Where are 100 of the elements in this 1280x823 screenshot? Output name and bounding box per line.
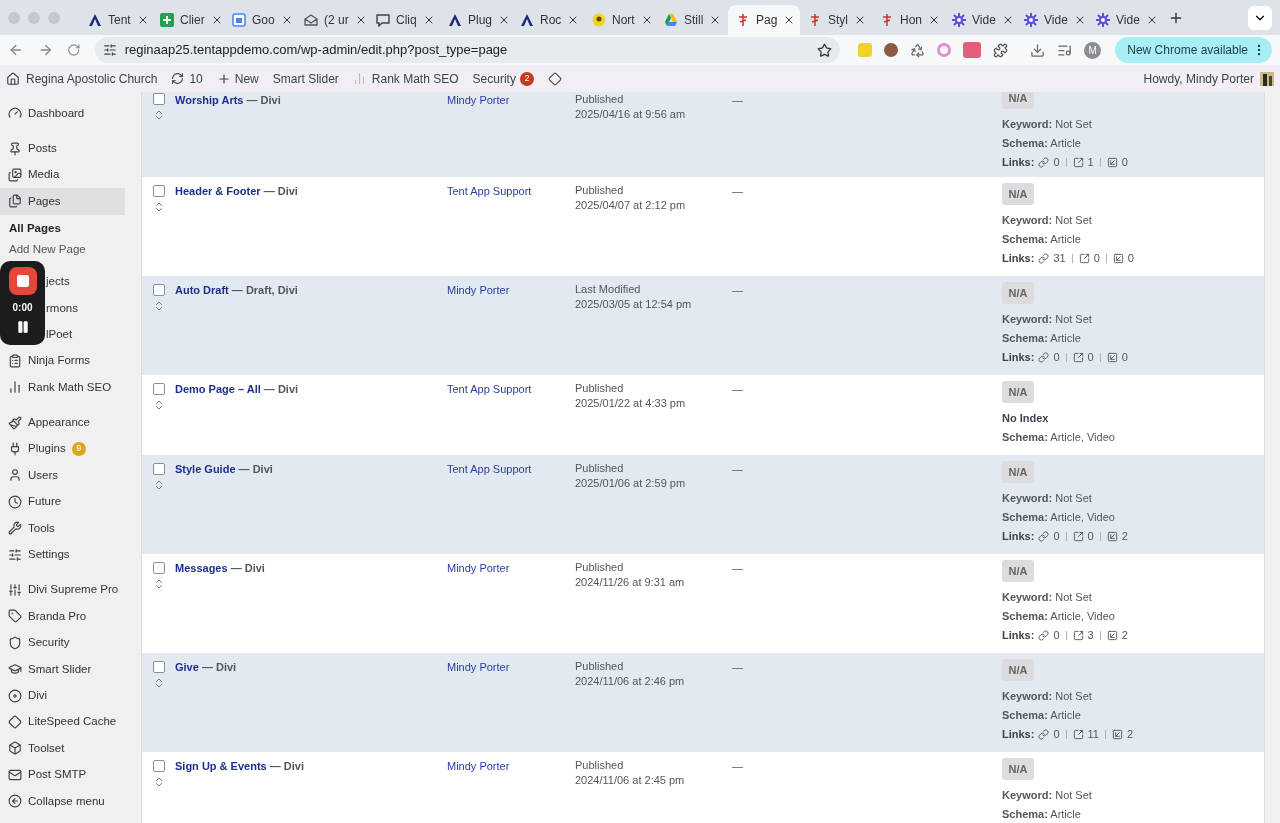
rank-math-link[interactable]: Rank Math SEO <box>352 69 459 88</box>
color-ring-icon[interactable] <box>937 43 952 57</box>
recycle-icon[interactable] <box>910 42 926 58</box>
sidebar-item[interactable]: Branda Pro <box>0 603 125 630</box>
page-title-link[interactable]: Style Guide <box>175 463 236 475</box>
row-checkbox[interactable] <box>152 185 165 197</box>
external-link-icon <box>1072 530 1084 542</box>
greeting-text[interactable]: Howdy, Mindy Porter <box>1143 69 1254 88</box>
diamond-icon[interactable] <box>547 71 562 86</box>
reload-icon[interactable] <box>67 43 81 57</box>
sidebar-item[interactable]: Appearance <box>0 409 125 436</box>
site-name-link[interactable]: Regina Apostolic Church <box>6 69 158 88</box>
schema-text: Schema: Article, Video <box>1002 430 1116 444</box>
page-title-link[interactable]: Auto Draft <box>175 284 229 296</box>
browser-tab[interactable]: Nort <box>584 5 656 35</box>
sidebar-item[interactable]: Future <box>0 488 125 516</box>
sidebar-item[interactable]: Dashboard <box>0 100 125 127</box>
author-link[interactable]: Mindy Porter <box>447 760 510 772</box>
flower-icon <box>1024 13 1038 27</box>
address-field[interactable]: reginaap25.tentappdemo.com/wp-admin/edit.php?post_type=page <box>94 37 841 63</box>
updates-link[interactable]: 10 <box>171 69 203 88</box>
media-controls-icon[interactable] <box>1057 42 1073 58</box>
browser-tab[interactable]: Cliq <box>368 5 440 35</box>
row-checkbox[interactable] <box>152 661 165 673</box>
sidebar-item[interactable]: Collapse menu <box>0 788 125 815</box>
status-text: Last Modified <box>575 282 642 296</box>
sidebar-item[interactable]: Ninja Forms <box>0 347 125 375</box>
browser-tab[interactable]: Styl <box>800 5 872 35</box>
external-link-icon <box>1072 728 1084 740</box>
row-checkbox[interactable] <box>152 383 165 395</box>
row-checkbox[interactable] <box>152 760 165 772</box>
extension-icon[interactable] <box>884 43 899 57</box>
bookmark-star-icon[interactable] <box>817 42 833 58</box>
row-checkbox[interactable] <box>152 93 165 105</box>
close-icon[interactable] <box>928 14 940 26</box>
page-title-link[interactable]: Worship Arts <box>175 94 244 106</box>
sidebar-item[interactable]: Rank Math SEO <box>0 374 125 401</box>
submenu-item[interactable]: Add New Page <box>0 239 125 261</box>
sidebar-item[interactable]: jects <box>46 268 125 295</box>
sidebar-item[interactable]: Tools <box>0 515 125 542</box>
browser-tab[interactable]: Goo <box>224 5 296 35</box>
sidebar-item[interactable]: Posts <box>0 135 125 162</box>
browser-tab[interactable]: Tent <box>80 5 152 35</box>
page-title-link[interactable]: Messages <box>175 562 228 574</box>
sidebar-item[interactable]: Toolset <box>0 735 125 762</box>
browser-tab[interactable]: Hon <box>872 5 944 35</box>
author-link[interactable]: Mindy Porter <box>447 284 510 296</box>
incoming-link-icon <box>1106 156 1118 168</box>
row-checkbox[interactable] <box>152 284 165 296</box>
download-icon[interactable] <box>1030 42 1046 58</box>
incoming-link-count: 2 <box>1126 726 1134 742</box>
close-icon[interactable] <box>854 14 866 26</box>
site-settings-icon[interactable] <box>102 43 117 57</box>
browser-tab[interactable]: Vide <box>1088 5 1160 35</box>
browser-tab[interactable]: Still <box>656 5 728 35</box>
browser-tab[interactable]: Roc <box>512 5 584 35</box>
sidebar-item[interactable]: Smart Slider <box>0 656 125 683</box>
sidebar-item[interactable]: LiteSpeed Cache <box>0 708 125 736</box>
sidebar-item[interactable]: Media <box>0 161 125 189</box>
browser-tab[interactable]: Clier <box>152 5 224 35</box>
sidebar-item[interactable]: rmons <box>46 294 125 322</box>
browser-tab[interactable]: Plug <box>440 5 512 35</box>
sidebar-item[interactable]: lPoet <box>46 321 125 348</box>
update-button[interactable]: New Chrome available <box>1115 37 1272 63</box>
page-title: Style Guide — Divi <box>175 463 273 475</box>
internal-link-count: 0 <box>1053 627 1060 643</box>
page-title-link[interactable]: Header & Footer <box>175 185 261 197</box>
tab-search-button[interactable] <box>1248 5 1272 30</box>
page-title-link[interactable]: Give <box>175 661 199 673</box>
author-link[interactable]: Tent App Support <box>447 383 532 395</box>
sidebar-item[interactable]: Security <box>0 629 125 657</box>
page-title-link[interactable]: Sign Up & Events <box>175 760 267 772</box>
author-link[interactable]: Mindy Porter <box>447 562 510 574</box>
smart-slider-link[interactable]: Smart Slider <box>272 69 339 88</box>
sidebar-item[interactable]: Divi <box>0 682 125 709</box>
stop-button[interactable] <box>8 267 37 295</box>
submenu-item[interactable]: All Pages <box>0 218 125 240</box>
back-icon[interactable] <box>8 42 24 58</box>
extension-icon[interactable] <box>963 42 982 58</box>
author-link[interactable]: Mindy Porter <box>447 94 510 106</box>
browser-tab[interactable]: Vide <box>1016 5 1088 35</box>
row-checkbox[interactable] <box>152 463 165 475</box>
pause-icon[interactable] <box>15 320 30 334</box>
sidebar-item[interactable]: Divi Supreme Pro <box>0 576 125 604</box>
browser-tab[interactable]: Pag <box>728 5 800 35</box>
sidebar-item[interactable]: Plugins 9 <box>0 435 125 463</box>
author-link[interactable]: Tent App Support <box>447 185 532 197</box>
extensions-icon[interactable] <box>993 42 1009 58</box>
page-title-link[interactable]: Demo Page – All <box>175 383 261 395</box>
sidebar-item[interactable]: Pages <box>0 188 125 215</box>
browser-tab[interactable]: Vide <box>944 5 1016 35</box>
sidebar-item[interactable]: Post SMTP <box>0 761 125 788</box>
row-checkbox[interactable] <box>152 562 165 574</box>
sidebar-item[interactable]: Users <box>0 462 125 489</box>
author-link[interactable]: Tent App Support <box>447 463 532 475</box>
browser-tab[interactable]: (2 ur <box>296 5 368 35</box>
sidebar-item[interactable]: Settings <box>0 541 125 568</box>
author-link[interactable]: Mindy Porter <box>447 661 510 673</box>
security-link[interactable]: Security 2 <box>472 69 534 88</box>
new-link[interactable]: New <box>216 69 259 88</box>
